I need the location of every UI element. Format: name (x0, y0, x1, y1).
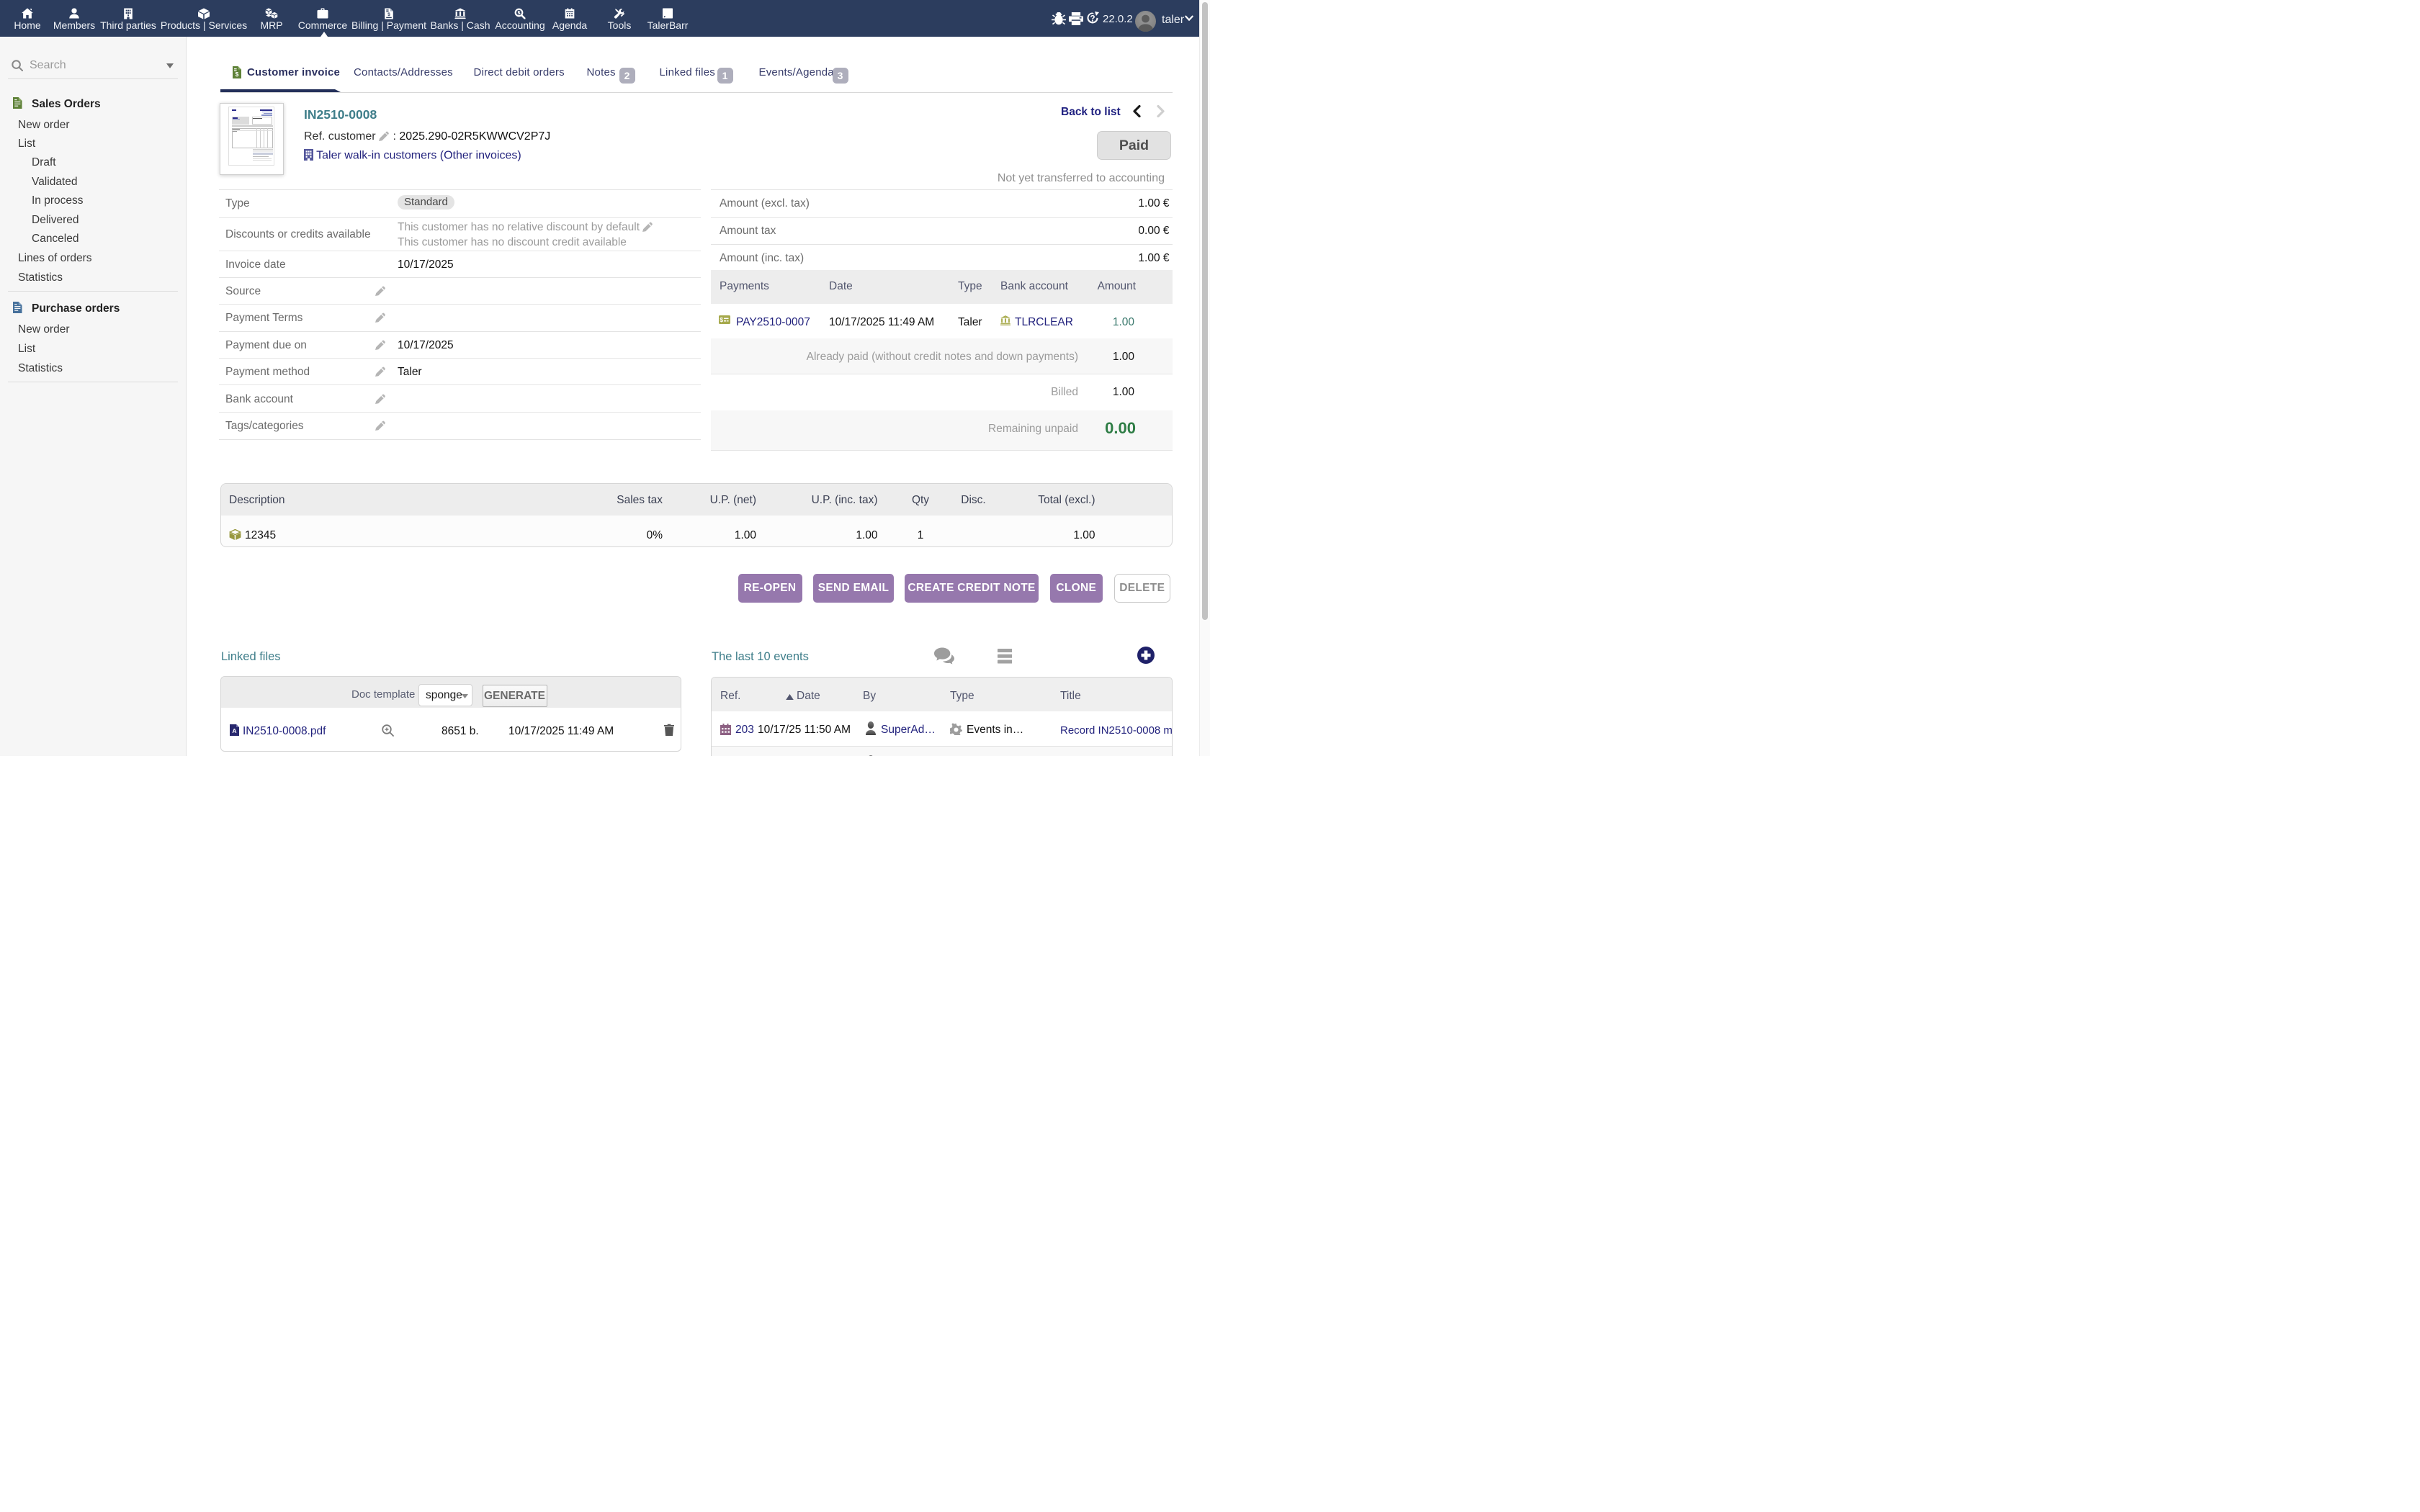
svg-text:$: $ (387, 12, 390, 17)
svg-text:?: ? (1090, 15, 1095, 24)
svg-text:A: A (232, 727, 236, 734)
svg-text:$: $ (720, 316, 723, 323)
svg-text:$: $ (236, 71, 239, 78)
